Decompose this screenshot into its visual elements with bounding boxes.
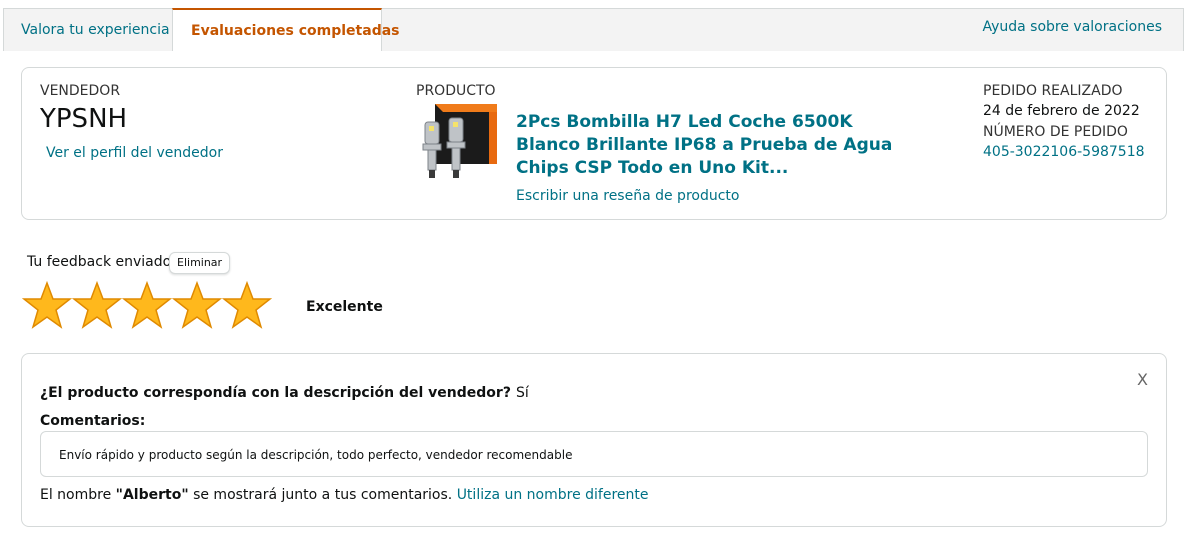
product-label: PRODUCTO — [416, 83, 496, 99]
description-match-answer: Sí — [516, 385, 529, 401]
write-review-link[interactable]: Escribir una reseña de producto — [516, 188, 739, 204]
order-placed-label: PEDIDO REALIZADO — [983, 83, 1123, 99]
seller-name: YPSNH — [40, 104, 128, 134]
star-icon[interactable] — [72, 281, 122, 329]
star-icon[interactable] — [122, 281, 172, 329]
rating-text: Excelente — [306, 299, 383, 315]
comments-label: Comentarios: — [40, 413, 146, 429]
tab-rate-experience[interactable]: Valora tu experiencia — [3, 8, 173, 51]
change-name-link[interactable]: Utiliza un nombre diferente — [457, 487, 649, 503]
comment-text: Envío rápido y producto según la descrip… — [40, 431, 1148, 477]
order-date: 24 de febrero de 2022 — [983, 103, 1140, 119]
description-match-question: ¿El producto correspondía con la descrip… — [40, 385, 511, 401]
close-icon[interactable]: X — [1137, 370, 1148, 389]
ratings-help-link[interactable]: Ayuda sobre valoraciones — [982, 19, 1162, 35]
order-number-label: NÚMERO DE PEDIDO — [983, 124, 1128, 140]
seller-profile-link[interactable]: Ver el perfil del vendedor — [46, 145, 223, 161]
seller-label: VENDEDOR — [40, 83, 121, 99]
star-icon[interactable] — [222, 281, 272, 329]
star-icon[interactable] — [172, 281, 222, 329]
delete-feedback-button[interactable]: Eliminar — [169, 252, 231, 274]
display-name: "Alberto" — [115, 487, 189, 503]
star-icon[interactable] — [22, 281, 72, 329]
product-title-link[interactable]: 2Pcs Bombilla H7 Led Coche 6500K Blanco … — [516, 111, 896, 180]
name-suffix: se mostrará junto a tus comentarios. — [188, 487, 457, 503]
order-number-link[interactable]: 405-3022106-5987518 — [983, 144, 1145, 160]
feedback-sent-label: Tu feedback enviado — [27, 254, 172, 270]
headlight-bulbs-image[interactable] — [415, 104, 499, 178]
display-name-line: El nombre "Alberto" se mostrará junto a … — [40, 487, 649, 503]
tab-completed-reviews[interactable]: Evaluaciones completadas — [172, 8, 400, 51]
name-prefix: El nombre — [40, 487, 116, 503]
